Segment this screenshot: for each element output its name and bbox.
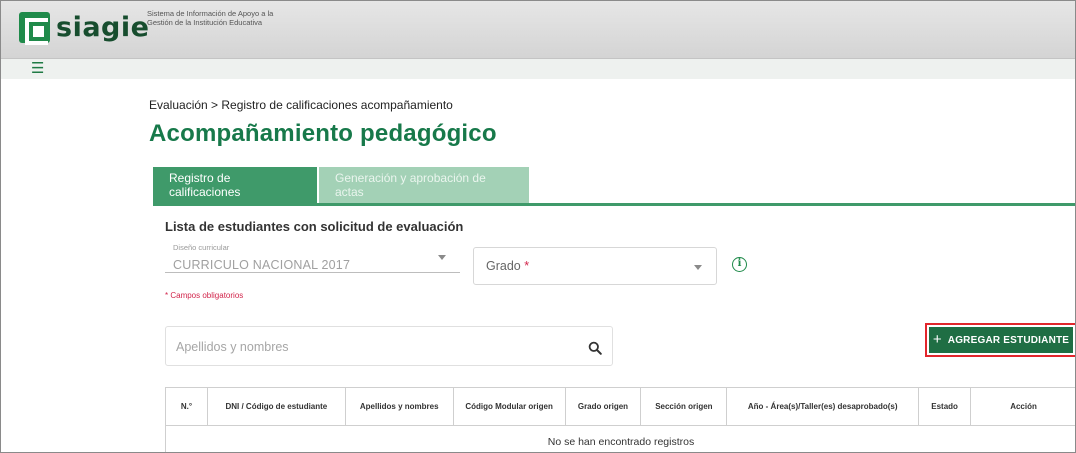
- plus-icon: +: [932, 331, 942, 348]
- col-codigo-modular: Código Modular origen: [452, 387, 566, 426]
- section-title: Lista de estudiantes con solicitud de ev…: [165, 219, 464, 234]
- col-grado-origen: Grado origen: [564, 387, 642, 426]
- grado-label: Grado *: [486, 259, 530, 273]
- students-table: N.° DNI / Código de estudiante Apellidos…: [165, 387, 1075, 452]
- chevron-down-icon: [438, 255, 446, 260]
- page-title: Acompañamiento pedagógico: [149, 120, 497, 147]
- col-estado: Estado: [918, 387, 972, 426]
- top-header: siagie Sistema de Información de Apoyo a…: [1, 1, 1075, 59]
- col-dni: DNI / Código de estudiante: [206, 387, 346, 426]
- menu-icon[interactable]: ☰: [31, 61, 44, 76]
- grado-select[interactable]: Grado *: [473, 247, 717, 285]
- search-icon[interactable]: [588, 341, 602, 355]
- required-mark: *: [524, 259, 530, 273]
- required-fields-note: * Campos obligatorios: [165, 291, 244, 300]
- design-curricular-select[interactable]: Diseño curricular CURRICULO NACIONAL 201…: [165, 241, 460, 273]
- logo-text: siagie: [56, 12, 150, 43]
- menu-bar: ☰: [1, 59, 1075, 79]
- tab-registro-calificaciones[interactable]: Registro de calificaciones: [153, 167, 317, 203]
- info-icon[interactable]: i: [732, 257, 747, 272]
- table-row: No se han encontrado registros: [165, 425, 1075, 452]
- search-box: [165, 326, 613, 366]
- design-curricular-value: CURRICULO NACIONAL 2017: [173, 258, 351, 272]
- add-student-highlight: + AGREGAR ESTUDIANTE: [925, 323, 1075, 357]
- col-numero: N.°: [165, 387, 208, 426]
- breadcrumb: Evaluación > Registro de calificaciones …: [149, 98, 453, 112]
- col-accion: Acción: [970, 387, 1075, 426]
- design-curricular-label: Diseño curricular: [173, 243, 230, 252]
- col-seccion-origen: Sección origen: [640, 387, 728, 426]
- chevron-down-icon: [694, 265, 702, 270]
- add-student-button[interactable]: + AGREGAR ESTUDIANTE: [929, 327, 1073, 353]
- table-header-row: N.° DNI / Código de estudiante Apellidos…: [165, 387, 1075, 426]
- tab-underline: [153, 203, 1075, 206]
- app-window: siagie Sistema de Información de Apoyo a…: [0, 0, 1076, 453]
- tab-generacion-actas[interactable]: Generación y aprobación de actas: [319, 167, 529, 203]
- siagie-logo-icon: [19, 12, 50, 45]
- empty-message: No se han encontrado registros: [165, 425, 1075, 452]
- col-areas-desaprobadas: Año - Área(s)/Taller(es) desaprobado(s): [726, 387, 920, 426]
- siagie-logo[interactable]: siagie: [19, 12, 150, 45]
- tab-bar: Registro de calificaciones Generación y …: [153, 167, 529, 203]
- col-apellidos: Apellidos y nombres: [344, 387, 454, 426]
- add-student-label: AGREGAR ESTUDIANTE: [947, 334, 1070, 346]
- search-input[interactable]: [176, 337, 576, 357]
- system-description: Sistema de Información de Apoyo a la Ges…: [147, 9, 274, 27]
